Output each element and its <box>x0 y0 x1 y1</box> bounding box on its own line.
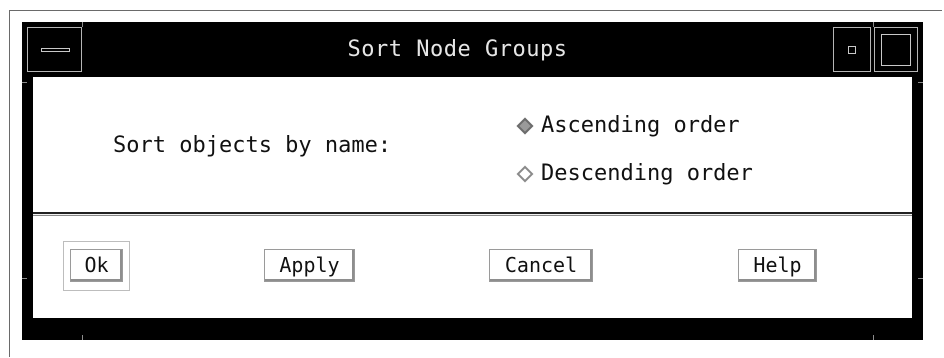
radio-diamond-unselected-icon[interactable] <box>516 165 534 183</box>
cancel-button[interactable]: Cancel <box>489 249 593 282</box>
frame-corner-mark <box>873 335 874 340</box>
maximize-button[interactable] <box>874 27 918 72</box>
sort-prompt-label: Sort objects by name: <box>113 133 392 158</box>
maximize-icon <box>881 34 911 66</box>
frame-corner-mark <box>22 278 27 279</box>
frame-corner-mark <box>82 335 83 340</box>
minimize-icon <box>848 46 856 54</box>
sort-options-panel: Sort objects by name: Ascending order De… <box>33 77 912 212</box>
radio-diamond-selected-icon[interactable] <box>516 117 534 135</box>
ok-button[interactable]: Ok <box>70 249 123 282</box>
minimize-button[interactable] <box>833 27 871 72</box>
button-panel: Ok Apply Cancel Help <box>33 216 912 318</box>
frame-corner-mark <box>918 278 923 279</box>
apply-button[interactable]: Apply <box>264 249 355 282</box>
frame-corner-mark <box>918 82 923 83</box>
frame-corner-mark <box>22 82 27 83</box>
title-bar[interactable]: Sort Node Groups <box>27 27 918 72</box>
radio-ascending-label[interactable]: Ascending order <box>541 113 740 138</box>
help-button[interactable]: Help <box>738 249 817 282</box>
window-menu-icon <box>41 48 70 52</box>
radio-descending-label[interactable]: Descending order <box>541 161 753 186</box>
sort-node-groups-dialog: Sort Node Groups Sort objects by name: A… <box>22 22 923 340</box>
window-title: Sort Node Groups <box>347 37 568 62</box>
window-menu-button[interactable] <box>27 27 82 72</box>
